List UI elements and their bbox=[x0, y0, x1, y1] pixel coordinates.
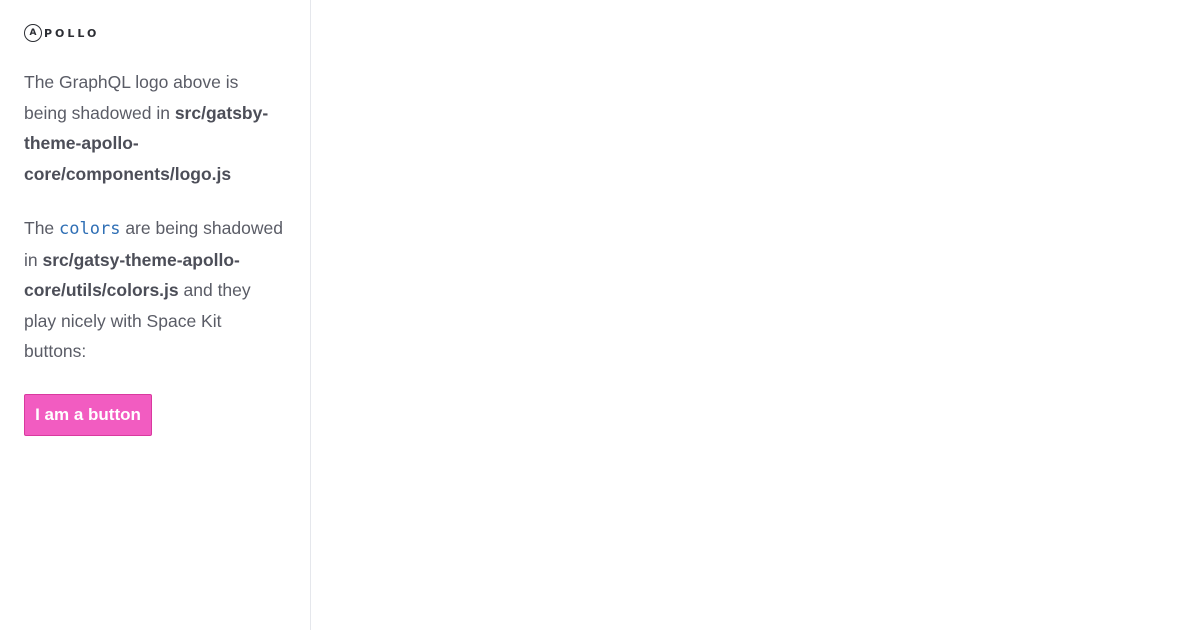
colors-code: colors bbox=[59, 219, 121, 239]
paragraph-text: The bbox=[24, 218, 60, 238]
logo-shadow-paragraph: The GraphQL logo above is being shadowed… bbox=[24, 67, 286, 189]
space-kit-button[interactable]: I am a button bbox=[24, 393, 152, 436]
main-content bbox=[311, 0, 1200, 630]
apollo-logo[interactable]: A POLLO bbox=[24, 22, 286, 44]
apollo-logo-text: POLLO bbox=[44, 26, 100, 40]
sidebar: A POLLO The GraphQL logo above is being … bbox=[0, 0, 311, 630]
colors-shadow-paragraph: The colors are being shadowed in src/gat… bbox=[24, 213, 286, 367]
apollo-logo-icon: A bbox=[24, 24, 42, 42]
page-layout: A POLLO The GraphQL logo above is being … bbox=[0, 0, 1200, 630]
